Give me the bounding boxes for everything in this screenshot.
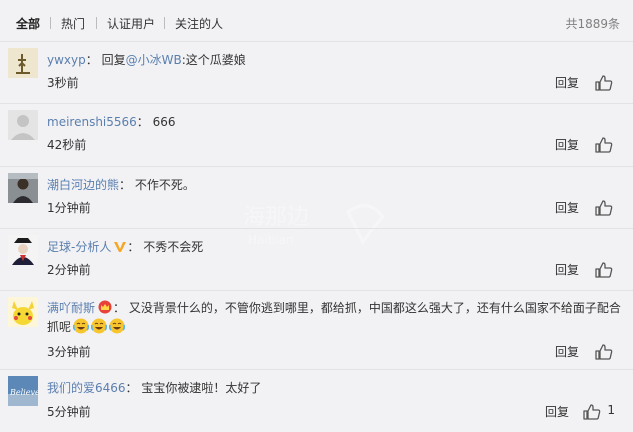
colon: ： <box>127 240 140 254</box>
comment-content: 潮白河边的熊： 不作不死。 <box>47 176 195 193</box>
thumbs-up-icon[interactable] <box>595 200 613 216</box>
thumbs-up-icon[interactable] <box>583 404 601 420</box>
comment-item: 足球-分析人 ： 不秀不会死 2分钟前 回复 <box>0 229 633 291</box>
username-link[interactable]: 满吖耐斯 <box>47 301 95 315</box>
colon: ： <box>85 53 98 67</box>
comment-content: ywxyp： 回复@小冰WB:这个瓜婆娘 <box>47 51 246 68</box>
tab-hot[interactable]: 热门 <box>61 15 85 32</box>
svg-text:Believe: Believe <box>9 388 38 397</box>
username-link[interactable]: 足球-分析人 <box>47 240 111 254</box>
tab-divider <box>164 17 165 29</box>
username-link[interactable]: 我们的爱6466 <box>47 381 126 395</box>
comment-text: 不秀不会死 <box>143 240 204 254</box>
comment-item: ywxyp： 回复@小冰WB:这个瓜婆娘 3秒前 回复 <box>0 42 633 104</box>
reply-button[interactable]: 回复 <box>555 136 579 153</box>
thumbs-up-icon[interactable] <box>595 262 613 278</box>
reply-button[interactable]: 回复 <box>555 74 579 91</box>
tab-all[interactable]: 全部 <box>16 15 40 32</box>
crown-badge-icon <box>98 300 112 314</box>
comment-content-continued: 抓呢 <box>47 318 126 335</box>
comment-filter-tabs: 全部 热门 认证用户 关注的人 共1889条 <box>0 0 633 42</box>
thumbs-up-icon[interactable] <box>595 75 613 91</box>
username-link[interactable]: 潮白河边的熊 <box>47 178 119 192</box>
username-link[interactable]: ywxyp <box>47 53 86 67</box>
v-badge-icon <box>114 242 127 252</box>
comment-item: meirenshi5566： 666 42秒前 回复 <box>0 104 633 167</box>
colon: ： <box>113 301 126 315</box>
avatar[interactable] <box>8 173 38 203</box>
tab-divider <box>50 17 51 29</box>
avatar[interactable] <box>8 110 38 140</box>
avatar[interactable] <box>8 297 38 327</box>
avatar[interactable] <box>8 48 38 78</box>
reply-button[interactable]: 回复 <box>545 403 569 420</box>
reply-button[interactable]: 回复 <box>555 343 579 360</box>
colon: ： <box>119 178 132 192</box>
reply-prefix: 回复 <box>101 53 126 67</box>
comment-time: 3分钟前 <box>47 345 91 359</box>
thumbs-up-icon[interactable] <box>595 344 613 360</box>
reply-button[interactable]: 回复 <box>555 199 579 216</box>
avatar[interactable]: Believe <box>8 376 38 406</box>
tab-verified-users[interactable]: 认证用户 <box>107 15 155 32</box>
comment-content: 满吖耐斯 ： 又没背景什么的，不管你逃到哪里，都给抓，中国都这么强大了，还有什么国… <box>47 299 621 316</box>
laugh-cry-emoji-icon <box>109 318 126 334</box>
comment-item: Believe 我们的爱6466： 宝宝你被逮啦！太好了 5分钟前 回复 1 <box>0 370 633 432</box>
comment-time: 1分钟前 <box>47 201 91 215</box>
like-count: 1 <box>607 403 615 417</box>
laugh-cry-emoji-icon <box>91 318 108 334</box>
comment-item: 满吖耐斯 ： 又没背景什么的，不管你逃到哪里，都给抓，中国都这么强大了，还有什么国… <box>0 291 633 370</box>
thumbs-up-icon[interactable] <box>595 137 613 153</box>
comment-time: 2分钟前 <box>47 263 91 277</box>
tab-divider <box>96 17 97 29</box>
reply-button[interactable]: 回复 <box>555 261 579 278</box>
comment-content: meirenshi5566： 666 <box>47 113 176 130</box>
comment-text: :这个瓜婆娘 <box>181 53 246 67</box>
avatar[interactable] <box>8 235 38 265</box>
comment-text: 又没背景什么的，不管你逃到哪里，都给抓，中国都这么强大了，还有什么国家不给面子配… <box>128 301 621 315</box>
comment-content: 足球-分析人 ： 不秀不会死 <box>47 238 203 255</box>
comment-item: 潮白河边的熊： 不作不死。 1分钟前 回复 <box>0 167 633 229</box>
colon: ： <box>136 115 149 129</box>
comment-time: 3秒前 <box>47 76 79 90</box>
laugh-cry-emoji-icon <box>73 318 90 334</box>
comment-text: 宝宝你被逮啦！太好了 <box>141 381 262 395</box>
mention-link[interactable]: @小冰WB <box>126 53 182 67</box>
comment-text: 不作不死。 <box>134 178 195 192</box>
username-link[interactable]: meirenshi5566 <box>47 115 137 129</box>
comment-text: 抓呢 <box>47 320 72 334</box>
tab-following[interactable]: 关注的人 <box>175 15 223 32</box>
colon: ： <box>125 381 138 395</box>
comment-text: 666 <box>152 115 176 129</box>
comment-time: 42秒前 <box>47 138 87 152</box>
comment-time: 5分钟前 <box>47 405 91 419</box>
total-comment-count: 共1889条 <box>565 17 620 31</box>
comment-content: 我们的爱6466： 宝宝你被逮啦！太好了 <box>47 379 261 396</box>
